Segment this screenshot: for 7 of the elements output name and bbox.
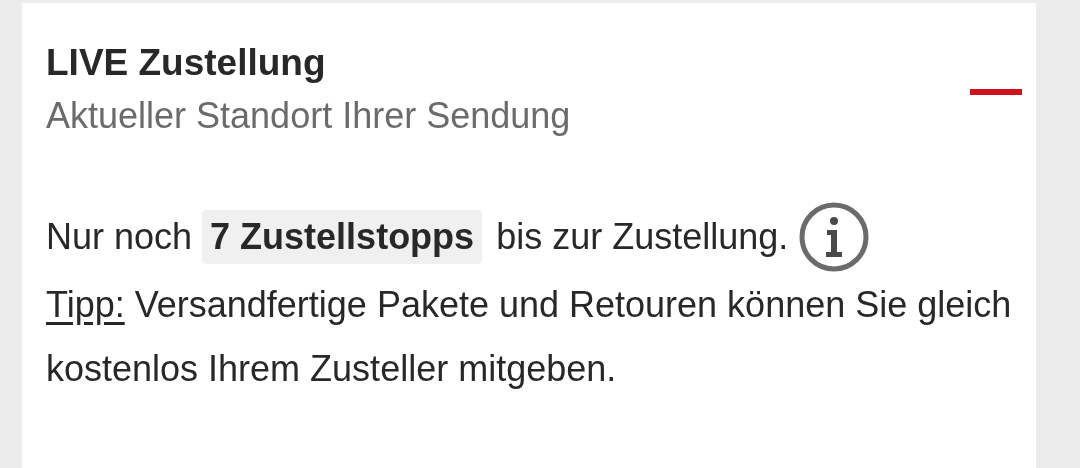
stops-text: Nur noch <box>46 216 193 258</box>
tip-text: Tipp: Versandfertige Pakete und Retouren können Sie gleich kostenlos Ihrem Zusteller mitgeben. <box>46 283 1013 391</box>
stops-count-highlight: 7 Zustellstopps <box>202 210 483 264</box>
card-title: LIVE Zustellung <box>46 41 327 85</box>
card-subtitle: Aktueller Standort Ihrer Sendung <box>46 94 571 138</box>
info-icon[interactable] <box>798 201 871 273</box>
stops-text: bis zur Zustellung. <box>496 216 789 258</box>
